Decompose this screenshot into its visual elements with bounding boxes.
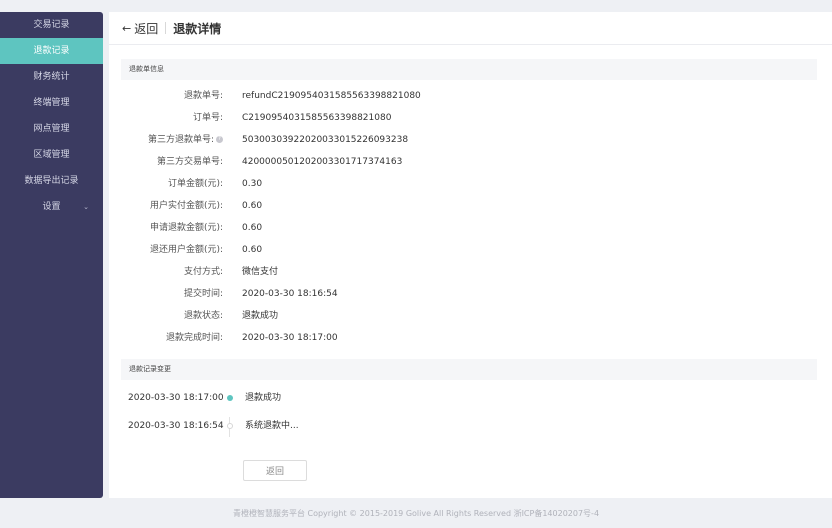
field-value: C2190954031585563398821080 (242, 113, 392, 123)
back-link[interactable]: ← 返回 (122, 20, 158, 37)
field-label: 退款单号: (183, 91, 223, 101)
field-row: 申请退款金额(元): 0.60 (109, 218, 832, 238)
field-label: 支付方式: (183, 267, 223, 277)
sidebar-item-label: 财务统计 (33, 72, 70, 82)
page-title: 退款详情 (173, 21, 222, 36)
field-value: 4200000501202003301717374163 (242, 157, 403, 167)
section-refund-log: 退款记录变更 (121, 359, 817, 380)
sidebar-item-refunds[interactable]: 退款记录 (0, 38, 103, 64)
footer: 青橙橙智慧服务平台 Copyright © 2015-2019 Golive A… (232, 509, 600, 518)
field-value: 0.60 (242, 245, 263, 255)
sidebar-item-outlets[interactable]: 网点管理 (0, 116, 103, 142)
field-value: 0.60 (242, 223, 263, 233)
timeline-time: 2020-03-30 18:16:54 (128, 421, 224, 431)
field-row: 退款单号: refundC2190954031585563398821080 (109, 86, 832, 106)
back-button[interactable]: 返回 (243, 460, 307, 481)
field-value: 2020-03-30 18:17:00 (242, 333, 338, 343)
timeline-event: 系统退款中... (245, 421, 299, 431)
field-row: 提交时间: 2020-03-30 18:16:54 (109, 284, 832, 304)
sidebar-item-regions[interactable]: 区域管理 (0, 142, 103, 168)
timeline-time: 2020-03-30 18:17:00 (128, 393, 224, 403)
sidebar-item-finance[interactable]: 财务统计 (0, 64, 103, 90)
timeline-event: 退款成功 (245, 393, 282, 403)
field-label: 退款完成时间: (165, 333, 223, 343)
help-icon[interactable]: ? (216, 136, 223, 143)
sidebar-item-terminals[interactable]: 终端管理 (0, 90, 103, 116)
field-row: 退款状态: 退款成功 (109, 306, 832, 326)
field-label: 申请退款金额(元): (149, 223, 223, 233)
field-value: 退款成功 (242, 311, 279, 321)
field-row: 用户实付金额(元): 0.60 (109, 196, 832, 216)
field-value: 0.30 (242, 179, 263, 189)
timeline-dot-icon (227, 395, 233, 401)
field-label: 退款状态: (183, 311, 223, 321)
field-row: 订单号: C2190954031585563398821080 (109, 108, 832, 128)
sidebar-item-exports[interactable]: 数据导出记录 (0, 168, 103, 194)
page-header: ← 返回 退款详情 (109, 12, 832, 45)
field-label: 第三方退款单号:? (148, 130, 223, 150)
timeline-dot-icon (227, 423, 233, 429)
field-row: 支付方式: 微信支付 (109, 262, 832, 282)
timeline-entry: 2020-03-30 18:16:54 系统退款中... (109, 416, 832, 436)
field-label: 订单号: (192, 113, 223, 123)
field-value: refundC2190954031585563398821080 (242, 91, 421, 101)
sidebar-item-label: 网点管理 (33, 124, 70, 134)
field-value: 0.60 (242, 201, 263, 211)
section-refund-info: 退款单信息 (121, 59, 817, 80)
sidebar-item-label: 交易记录 (33, 20, 70, 30)
field-row: 退款完成时间: 2020-03-30 18:17:00 (109, 328, 832, 348)
field-label: 订单金额(元): (167, 179, 223, 189)
header-divider (165, 22, 167, 34)
field-label: 提交时间: (183, 289, 223, 299)
back-label: 返回 (134, 21, 159, 36)
field-label: 用户实付金额(元): (149, 201, 223, 211)
field-value: 2020-03-30 18:16:54 (242, 289, 338, 299)
top-strip (0, 0, 832, 12)
field-value: 微信支付 (242, 267, 279, 277)
sidebar-item-label: 设置 (42, 202, 61, 212)
field-row: 订单金额(元): 0.30 (109, 174, 832, 194)
field-row: 退还用户金额(元): 0.60 (109, 240, 832, 260)
arrow-left-icon: ← (122, 21, 132, 35)
field-label: 退还用户金额(元): (149, 245, 223, 255)
sidebar-item-settings[interactable]: 设置 ⌄ (0, 194, 103, 220)
timeline-entry: 2020-03-30 18:17:00 退款成功 (109, 388, 832, 408)
sidebar-item-label: 区域管理 (33, 150, 70, 160)
sidebar-item-label: 终端管理 (33, 98, 70, 108)
chevron-down-icon: ⌄ (83, 203, 89, 211)
sidebar: 交易记录 退款记录 财务统计 终端管理 网点管理 区域管理 数据导出记录 设置 ⌄ (0, 12, 103, 498)
sidebar-item-label: 退款记录 (33, 46, 70, 56)
sidebar-item-transactions[interactable]: 交易记录 (0, 12, 103, 38)
field-row: 第三方退款单号:? 50300303922020033015226093238 (109, 130, 832, 150)
field-row: 第三方交易单号: 4200000501202003301717374163 (109, 152, 832, 172)
main-panel: ← 返回 退款详情 退款单信息 退款单号: refundC219095403158… (109, 12, 832, 498)
field-label: 第三方交易单号: (156, 157, 223, 167)
sidebar-item-label: 数据导出记录 (24, 176, 79, 186)
field-value: 50300303922020033015226093238 (242, 135, 409, 145)
